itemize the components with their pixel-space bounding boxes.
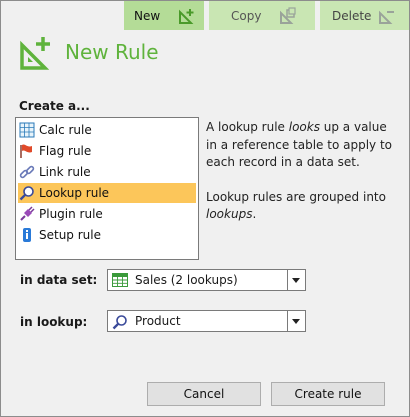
list-item-label: Lookup rule <box>39 186 110 200</box>
rule-type-list[interactable]: Calc rule Flag rule Link rule Lookup rul… <box>15 117 199 260</box>
delete-button[interactable]: Delete <box>320 1 409 30</box>
description-paragraph: Lookup rules are grouped into lookups. <box>206 189 396 224</box>
link-icon <box>19 165 35 179</box>
new-rule-dialog: New Copy Delete New Rule Create a... Cal… <box>0 0 410 417</box>
new-rule-icon <box>179 9 194 24</box>
calc-icon <box>19 122 35 138</box>
list-item-setup-rule[interactable]: Setup rule <box>18 225 196 245</box>
description-emphasis: lookups <box>206 207 253 221</box>
list-item-label: Setup rule <box>39 228 101 242</box>
flag-icon <box>20 144 32 158</box>
dataset-label: in data set: <box>20 273 98 287</box>
dataset-value: Sales (2 lookups) <box>135 273 238 287</box>
list-item-link-rule[interactable]: Link rule <box>18 162 196 182</box>
description-text: A lookup rule <box>206 120 289 134</box>
new-rule-title-icon <box>20 37 50 70</box>
new-button-label: New <box>134 9 161 23</box>
description-paragraph: A lookup rule looks up a value in a refe… <box>206 119 396 172</box>
description-text: Lookup rules are grouped into <box>206 189 386 204</box>
dataset-select[interactable]: Sales (2 lookups) <box>107 269 306 291</box>
description-emphasis: looks <box>288 120 320 134</box>
list-item-label: Plugin rule <box>39 207 103 221</box>
cancel-button[interactable]: Cancel <box>147 382 261 406</box>
lookup-select[interactable]: Product <box>107 310 306 332</box>
list-item-lookup-rule[interactable]: Lookup rule <box>18 183 196 203</box>
lookup-value: Product <box>135 314 181 328</box>
description-text: . <box>252 207 257 221</box>
copy-button[interactable]: Copy <box>209 1 315 30</box>
copy-rule-icon <box>280 7 296 24</box>
list-item-label: Link rule <box>39 165 91 179</box>
rule-description: A lookup rule looks up a value in a refe… <box>206 119 396 241</box>
delete-button-label: Delete <box>332 9 372 23</box>
copy-button-label: Copy <box>231 9 262 23</box>
chevron-down-icon[interactable] <box>287 270 305 290</box>
setup-icon <box>23 228 31 242</box>
dialog-title: New Rule <box>65 40 159 64</box>
magnifier-icon <box>19 186 34 201</box>
create-label: Create a... <box>19 99 90 113</box>
list-item-flag-rule[interactable]: Flag rule <box>18 141 196 161</box>
magnifier-icon <box>112 315 127 330</box>
list-item-label: Calc rule <box>39 123 92 137</box>
table-icon <box>112 273 128 287</box>
list-item-plugin-rule[interactable]: Plugin rule <box>18 204 196 224</box>
toolbar: New Copy Delete <box>124 1 409 30</box>
delete-rule-icon <box>379 10 394 24</box>
chevron-down-icon[interactable] <box>287 311 305 331</box>
lookup-label: in lookup: <box>20 315 88 329</box>
list-item-label: Flag rule <box>39 144 92 158</box>
create-rule-button[interactable]: Create rule <box>271 382 385 406</box>
new-button[interactable]: New <box>124 1 204 30</box>
plugin-icon <box>20 206 35 221</box>
list-item-calc-rule[interactable]: Calc rule <box>18 120 196 140</box>
